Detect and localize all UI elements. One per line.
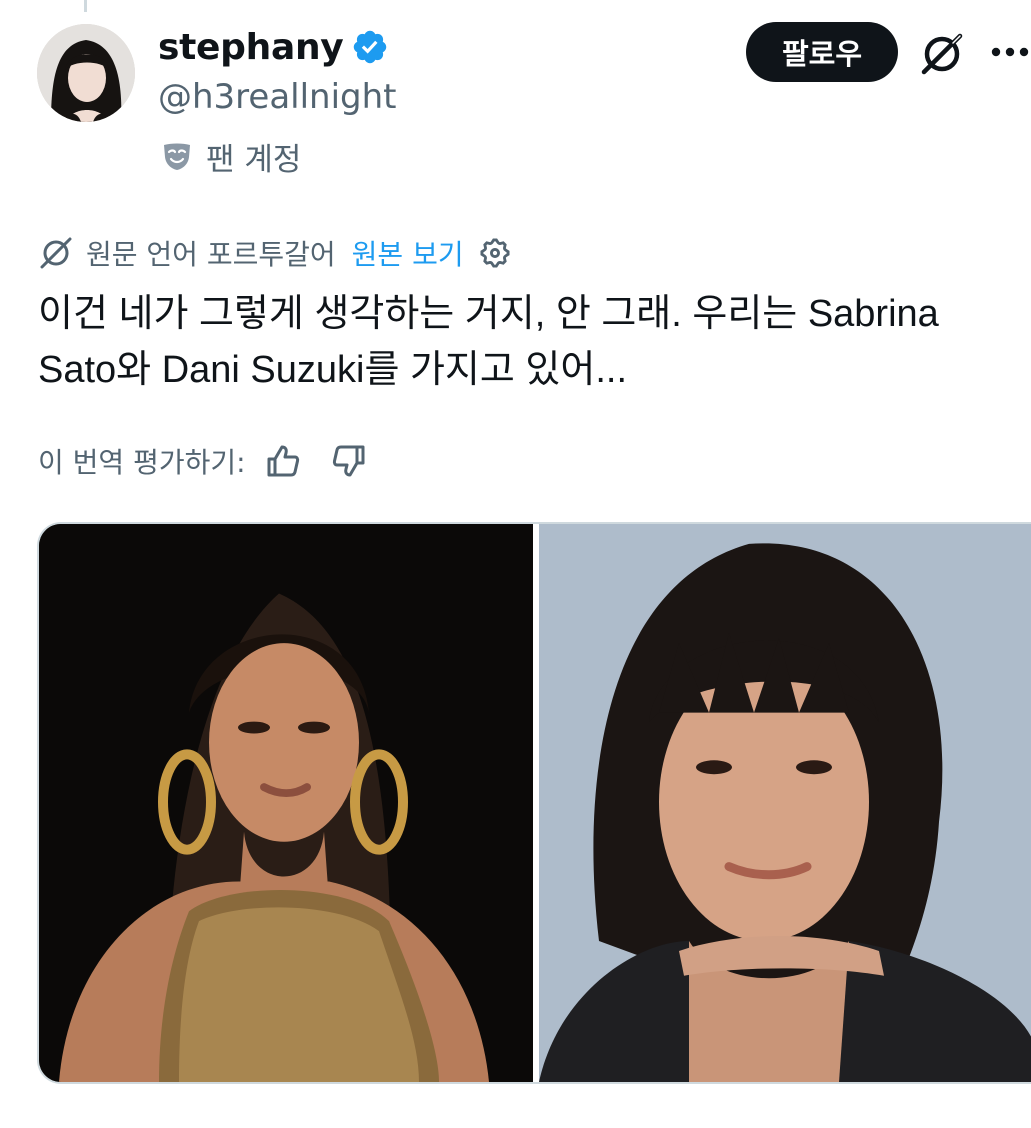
thread-connector-line <box>84 0 87 12</box>
rate-translation-row: 이 번역 평가하기: <box>38 438 368 484</box>
author-display-name[interactable]: stephany <box>158 27 344 68</box>
media-photo-2[interactable] <box>539 524 1031 1082</box>
rate-translation-label: 이 번역 평가하기: <box>38 446 246 479</box>
grok-translate-icon <box>38 235 74 271</box>
translation-notice: 원문 언어 포르투갈어 원본 보기 <box>38 232 512 274</box>
grok-icon[interactable] <box>918 30 966 78</box>
translation-language-label: 원문 언어 포르투갈어 <box>86 238 336 271</box>
avatar[interactable] <box>37 24 135 122</box>
avatar-photo <box>37 24 135 122</box>
account-type-label: 팬 계정 <box>206 141 302 178</box>
more-icon[interactable] <box>990 28 1031 76</box>
follow-button[interactable]: 팔로우 <box>746 22 898 82</box>
view-original-link[interactable]: 원본 보기 <box>352 233 464 273</box>
author-handle[interactable]: @h3reallnight <box>158 74 397 120</box>
tweet-text: 이건 네가 그렇게 생각하는 거지, 안 그래. 우리는 Sabrina Sat… <box>38 293 939 391</box>
gear-icon[interactable] <box>478 236 512 270</box>
account-type-row: 팬 계정 <box>160 134 301 178</box>
mask-icon <box>160 139 194 173</box>
media-gallery <box>37 522 1031 1084</box>
author-name-row[interactable]: stephany <box>158 24 389 70</box>
verified-badge-icon[interactable] <box>351 28 389 66</box>
thumbs-down-icon[interactable] <box>330 442 368 480</box>
thumbs-up-icon[interactable] <box>264 442 302 480</box>
media-photo-1[interactable] <box>39 524 533 1082</box>
